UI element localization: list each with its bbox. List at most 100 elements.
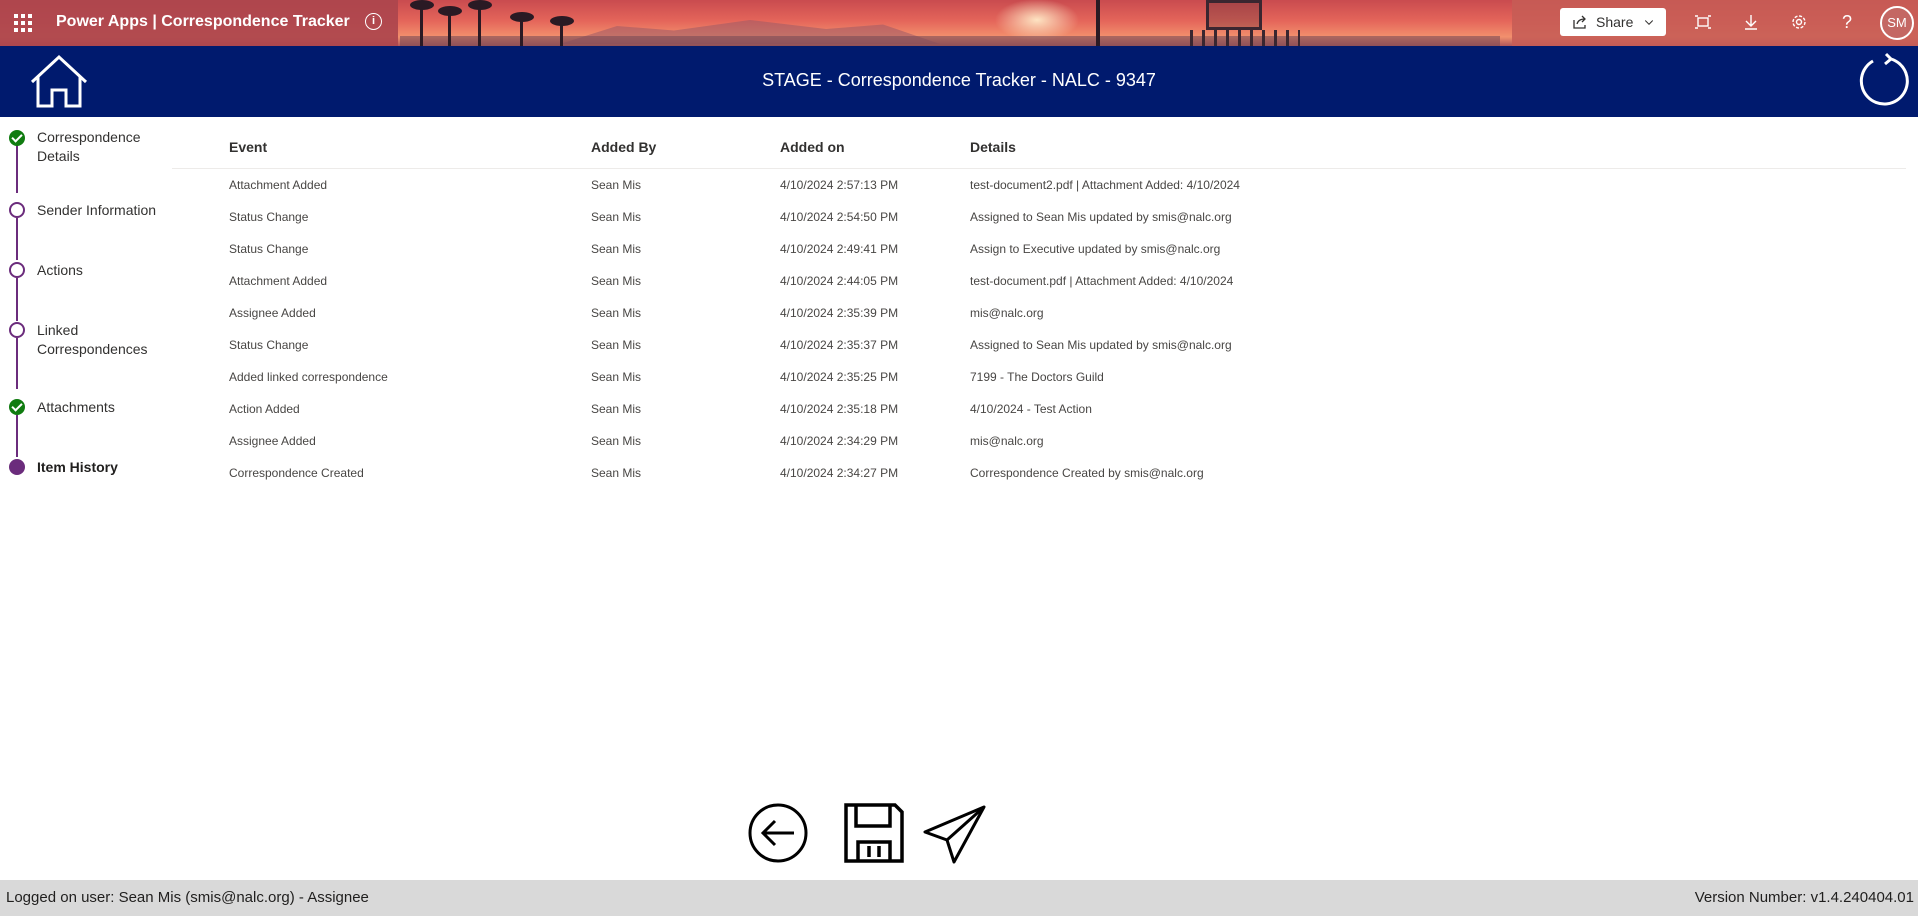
step-label: Correspondence Details <box>37 129 141 164</box>
cell-event: Status Change <box>229 338 309 352</box>
help-icon[interactable]: ? <box>1836 11 1858 33</box>
cell-details: Correspondence Created by smis@nalc.org <box>970 466 1204 480</box>
back-arrow-icon[interactable] <box>747 802 809 864</box>
cell-details: Assigned to Sean Mis updated by smis@nal… <box>970 338 1232 352</box>
step-connector <box>16 141 18 193</box>
column-header-added-by: Added By <box>591 139 657 155</box>
info-icon[interactable]: i <box>365 13 382 30</box>
lamp-pole <box>1096 0 1100 46</box>
app-header-bar: STAGE - Correspondence Tracker - NALC - … <box>0 46 1918 117</box>
settings-gear-icon[interactable] <box>1788 11 1810 33</box>
logged-on-user: Logged on user: Sean Mis (smis@nalc.org)… <box>6 889 369 906</box>
app-brand-title: Power Apps | Correspondence Tracker <box>56 13 350 30</box>
cell-details: 4/10/2024 - Test Action <box>970 402 1092 416</box>
cell-added-by: Sean Mis <box>591 338 642 352</box>
step-label: Item History <box>37 459 118 475</box>
column-header-details: Details <box>970 139 1016 155</box>
cell-added-on: 4/10/2024 2:34:29 PM <box>780 434 899 448</box>
cell-added-on: 4/10/2024 2:34:27 PM <box>780 466 899 480</box>
cell-details: test-document.pdf | Attachment Added: 4/… <box>970 274 1234 288</box>
cell-added-by: Sean Mis <box>591 274 642 288</box>
step-open-circle-icon <box>9 202 25 218</box>
item-history-table: Event Added By Added on Details Attachme… <box>172 126 1906 489</box>
table-row: Assignee Added Sean Mis 4/10/2024 2:35:39 … <box>172 297 1906 329</box>
cell-details: 7199 - The Doctors Guild <box>970 370 1104 384</box>
table-row: Status Change Sean Mis 4/10/2024 2:35:37 P… <box>172 329 1906 361</box>
share-button[interactable]: Share <box>1560 8 1666 36</box>
step-connector <box>16 338 18 389</box>
cell-details: Assigned to Sean Mis updated by smis@nal… <box>970 210 1232 224</box>
cell-added-by: Sean Mis <box>591 178 642 192</box>
cell-added-on: 4/10/2024 2:35:25 PM <box>780 370 899 384</box>
cell-event: Attachment Added <box>229 178 328 192</box>
table-row: Assignee Added Sean Mis 4/10/2024 2:34:29 … <box>172 425 1906 457</box>
download-icon[interactable] <box>1740 11 1762 33</box>
cell-event: Assignee Added <box>229 434 316 448</box>
cell-added-by: Sean Mis <box>591 434 642 448</box>
cell-added-by: Sean Mis <box>591 402 642 416</box>
step-current-dot-icon <box>9 459 25 475</box>
send-plane-icon[interactable] <box>922 804 988 866</box>
cell-added-by: Sean Mis <box>591 306 642 320</box>
cell-details: mis@nalc.org <box>970 306 1044 320</box>
cell-added-on: 4/10/2024 2:35:18 PM <box>780 402 899 416</box>
table-row: Added linked correspondence Sean Mis 4/10/… <box>172 361 1906 393</box>
step-label: Sender Information <box>37 202 157 218</box>
palm-tree <box>410 0 434 46</box>
share-icon <box>1573 15 1586 29</box>
app-launcher-waffle-icon[interactable] <box>14 14 32 32</box>
step-connector <box>16 278 18 321</box>
column-header-added-on: Added on <box>780 139 845 155</box>
power-apps-top-bar: Power Apps | Correspondence Tracker i Sh… <box>0 0 1918 46</box>
cell-added-by: Sean Mis <box>591 242 642 256</box>
cell-event: Attachment Added <box>229 274 328 288</box>
cell-added-on: 4/10/2024 2:54:50 PM <box>780 210 899 224</box>
refresh-icon[interactable] <box>1856 52 1912 108</box>
cell-event: Assignee Added <box>229 306 316 320</box>
table-row: Attachment Added Sean Mis 4/10/2024 2:57:1… <box>172 169 1906 201</box>
step-connector <box>16 415 18 457</box>
cell-added-by: Sean Mis <box>591 466 642 480</box>
brand-block: Power Apps | Correspondence Tracker i <box>0 0 398 46</box>
cell-details: Assign to Executive updated by smis@nalc… <box>970 242 1221 256</box>
save-disk-icon[interactable] <box>843 802 905 864</box>
cell-details: test-document2.pdf | Attachment Added: 4… <box>970 178 1240 192</box>
step-label: Actions <box>37 262 83 278</box>
cell-added-on: 4/10/2024 2:35:39 PM <box>780 306 899 320</box>
table-row: Status Change Sean Mis 4/10/2024 2:54:50 P… <box>172 201 1906 233</box>
cell-added-on: 4/10/2024 2:57:13 PM <box>780 178 899 192</box>
user-avatar[interactable]: SM <box>1880 6 1914 40</box>
step-connector <box>16 218 18 260</box>
step-label: Attachments <box>37 399 115 415</box>
step-complete-check-icon <box>9 130 25 146</box>
cell-added-on: 4/10/2024 2:49:41 PM <box>780 242 899 256</box>
cell-added-on: 4/10/2024 2:44:05 PM <box>780 274 899 288</box>
shoreline <box>400 36 1500 46</box>
page-title: STAGE - Correspondence Tracker - NALC - … <box>762 70 1156 90</box>
cell-details: mis@nalc.org <box>970 434 1044 448</box>
chevron-down-icon <box>1645 20 1654 25</box>
table-row: Correspondence Created Sean Mis 4/10/2024 … <box>172 457 1906 489</box>
step-label: Linked Correspondences <box>37 322 148 357</box>
palm-tree <box>550 16 574 46</box>
cell-event: Status Change <box>229 210 309 224</box>
step-complete-check-icon <box>9 399 25 415</box>
cell-added-on: 4/10/2024 2:35:37 PM <box>780 338 899 352</box>
cell-event: Correspondence Created <box>229 466 364 480</box>
table-header: Event Added By Added on Details <box>172 126 1906 169</box>
lifeguard-tower <box>1190 0 1300 46</box>
step-open-circle-icon <box>9 322 25 338</box>
table-row: Attachment Added Sean Mis 4/10/2024 2:44:0… <box>172 265 1906 297</box>
share-label: Share <box>1596 14 1634 30</box>
cell-added-by: Sean Mis <box>591 370 642 384</box>
table-row: Status Change Sean Mis 4/10/2024 2:49:41 P… <box>172 233 1906 265</box>
table-body: Attachment Added Sean Mis 4/10/2024 2:57:1… <box>172 169 1906 489</box>
cell-event: Status Change <box>229 242 309 256</box>
palm-tree <box>510 12 534 46</box>
fit-to-window-icon[interactable] <box>1692 11 1714 33</box>
palm-tree <box>468 0 492 46</box>
column-header-event: Event <box>229 139 268 155</box>
step-open-circle-icon <box>9 262 25 278</box>
palm-tree <box>438 6 462 46</box>
version-number: Version Number: v1.4.240404.01 <box>1694 889 1914 906</box>
